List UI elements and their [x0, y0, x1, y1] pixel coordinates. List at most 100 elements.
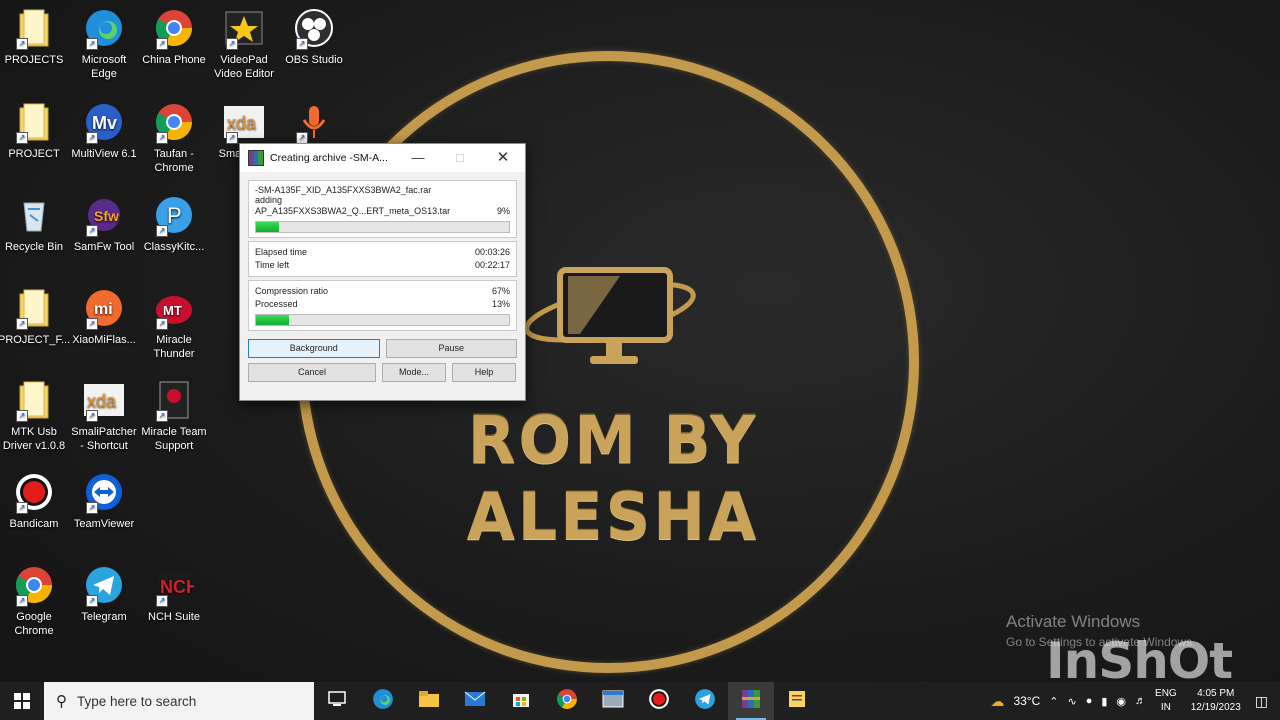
- desktop-icon-xda[interactable]: xda ↗ SmaliPatcher - Shortcut: [68, 378, 140, 453]
- desktop-icon-teamviewer[interactable]: ↗ TeamViewer: [68, 470, 140, 531]
- network-icon[interactable]: ◉: [1116, 695, 1126, 708]
- folder-icon: ↗: [12, 100, 56, 144]
- mode-button[interactable]: Mode...: [382, 363, 446, 382]
- taskbar-app-file-explorer[interactable]: [406, 682, 452, 720]
- taskbar-app-mail[interactable]: [452, 682, 498, 720]
- desktop-icon-chrome[interactable]: ↗ China Phone: [138, 6, 210, 67]
- shortcut-arrow-icon: ↗: [16, 38, 28, 50]
- desktop-icon-label: TeamViewer: [73, 518, 135, 530]
- desktop-icon-bandicam[interactable]: ↗ Bandicam: [0, 470, 70, 531]
- notepad-icon: [787, 689, 807, 714]
- desktop-icon-folder[interactable]: ↗ MTK Usb Driver v1.0.8: [0, 378, 70, 453]
- taskbar-app-bandicam[interactable]: [636, 682, 682, 720]
- close-button[interactable]: ✕: [483, 144, 523, 172]
- desktop-icon-chrome[interactable]: ↗ Taufan - Chrome: [138, 100, 210, 175]
- desktop-icon-recycle-bin[interactable]: Recycle Bin: [0, 193, 70, 254]
- svg-text:xda: xda: [87, 391, 117, 411]
- shortcut-arrow-icon: ↗: [156, 595, 168, 607]
- taskbar-app-store[interactable]: [498, 682, 544, 720]
- chevron-up-icon[interactable]: ⌃: [1049, 695, 1058, 708]
- desktop-icon-label: Telegram: [81, 611, 127, 623]
- processed-label: Processed: [255, 299, 298, 309]
- folder-icon: ↗: [12, 6, 56, 50]
- minimize-button[interactable]: —: [398, 144, 438, 172]
- notification-icon[interactable]: ◫: [1255, 693, 1268, 710]
- desktop-icon-chrome[interactable]: ↗ Google Chrome: [0, 563, 70, 638]
- microphone-icon[interactable]: ●: [1086, 695, 1093, 707]
- desktop-icon-folder[interactable]: ↗ PROJECTS: [0, 6, 70, 67]
- desktop-icon-obs[interactable]: ↗ OBS Studio: [278, 6, 350, 67]
- wifi-icon[interactable]: ∿: [1067, 695, 1076, 708]
- desktop-icon-label: XiaoMiFlas...: [72, 334, 136, 346]
- edge-icon: [372, 688, 394, 715]
- shortcut-arrow-icon: ↗: [156, 410, 168, 422]
- desktop-icon-label: PROJECTS: [4, 54, 64, 66]
- taskbar-app-task-view[interactable]: [314, 682, 360, 720]
- desktop-icon-multiview[interactable]: Mv ↗ MultiView 6.1: [68, 100, 140, 161]
- shortcut-arrow-icon: ↗: [86, 318, 98, 330]
- classykitchen-icon: P ↗: [152, 193, 196, 237]
- shortcut-arrow-icon: ↗: [86, 38, 98, 50]
- store-icon: [511, 689, 531, 714]
- volume-icon[interactable]: ♬: [1135, 695, 1146, 707]
- xiaomi-icon: mi ↗: [82, 286, 126, 330]
- cancel-button[interactable]: Cancel: [248, 363, 376, 382]
- start-button[interactable]: [0, 682, 44, 720]
- desktop-icon-label: Taufan - Chrome: [154, 148, 194, 174]
- telegram-icon: ↗: [82, 563, 126, 607]
- desktop-icon-folder[interactable]: ↗ PROJECT: [0, 100, 70, 161]
- taskbar-app-edge[interactable]: [360, 682, 406, 720]
- dialog-titlebar[interactable]: Creating archive -SM-A... — □ ✕: [240, 144, 525, 172]
- weather-icon[interactable]: ☁: [990, 693, 1004, 710]
- desktop-icon-samfw[interactable]: Sfw ↗ SamFw Tool: [68, 193, 140, 254]
- weather-temp[interactable]: 33°C: [1013, 694, 1040, 708]
- elapsed-label: Elapsed time: [255, 247, 308, 257]
- xda-icon: xda ↗: [82, 378, 126, 422]
- desktop-icon-edge[interactable]: ↗ Microsoft Edge: [68, 6, 140, 81]
- file-progress-fill: [256, 222, 279, 232]
- clock-time: 4:05 PM: [1197, 688, 1235, 699]
- background-button[interactable]: Background: [248, 339, 380, 358]
- file-explorer-icon: [418, 690, 440, 713]
- time-left-label: Time left: [255, 260, 290, 270]
- monitor-logo-icon: [524, 267, 696, 364]
- folder-icon: ↗: [12, 378, 56, 422]
- desktop-icon-miracle[interactable]: MT ↗ Miracle Thunder: [138, 286, 210, 361]
- shortcut-arrow-icon: ↗: [86, 502, 98, 514]
- taskbar-app-winrar[interactable]: [728, 682, 774, 720]
- language-indicator[interactable]: ENG IN: [1155, 687, 1177, 715]
- window-icon: [602, 690, 624, 713]
- desktop-icon-label: PROJECT_F...: [0, 334, 71, 346]
- battery-icon[interactable]: ▮: [1101, 695, 1107, 708]
- svg-text:NCH: NCH: [160, 577, 194, 597]
- taskbar-app-window[interactable]: [590, 682, 636, 720]
- bandicam-icon: ↗: [12, 470, 56, 514]
- desktop-icon-label: Bandicam: [9, 518, 59, 530]
- winrar-progress-dialog[interactable]: Creating archive -SM-A... — □ ✕ -SM-A135…: [239, 143, 526, 401]
- shortcut-arrow-icon: ↗: [16, 132, 28, 144]
- shortcut-arrow-icon: ↗: [226, 132, 238, 144]
- desktop-icon-videopad[interactable]: ↗ VideoPad Video Editor: [208, 6, 280, 81]
- taskbar-app-chrome[interactable]: [544, 682, 590, 720]
- desktop-icon-classykitchen[interactable]: P ↗ ClassyKitc...: [138, 193, 210, 254]
- desktop-icon-microphone[interactable]: ↗: [278, 100, 350, 147]
- taskbar-app-telegram[interactable]: [682, 682, 728, 720]
- desktop-icon-label: Miracle Thunder: [153, 334, 195, 360]
- help-button[interactable]: Help: [452, 363, 516, 382]
- desktop-icon-nch[interactable]: NCH ↗ NCH Suite: [138, 563, 210, 624]
- taskbar-app-notepad[interactable]: [774, 682, 820, 720]
- desktop-icon-xiaomi[interactable]: mi ↗ XiaoMiFlas...: [68, 286, 140, 347]
- taskbar-search-box[interactable]: ⚲ Type here to search: [44, 682, 314, 720]
- pause-button[interactable]: Pause: [385, 339, 517, 358]
- desktop-icon-miracle-team[interactable]: ↗ Miracle Team Support: [138, 378, 210, 453]
- desktop-icon-folder[interactable]: ↗ PROJECT_F...: [0, 286, 70, 347]
- desktop-icon-telegram[interactable]: ↗ Telegram: [68, 563, 140, 624]
- shortcut-arrow-icon: ↗: [226, 38, 238, 50]
- desktop-icon-label: ClassyKitc...: [143, 241, 205, 253]
- clock[interactable]: 4:05 PM 12/19/2023: [1191, 687, 1241, 715]
- time-left-value: 00:22:17: [474, 260, 510, 270]
- desktop-icon-label: Microsoft Edge: [81, 54, 127, 80]
- mail-icon: [464, 691, 486, 712]
- file-percent: 9%: [496, 206, 510, 216]
- action-label: adding: [255, 195, 283, 205]
